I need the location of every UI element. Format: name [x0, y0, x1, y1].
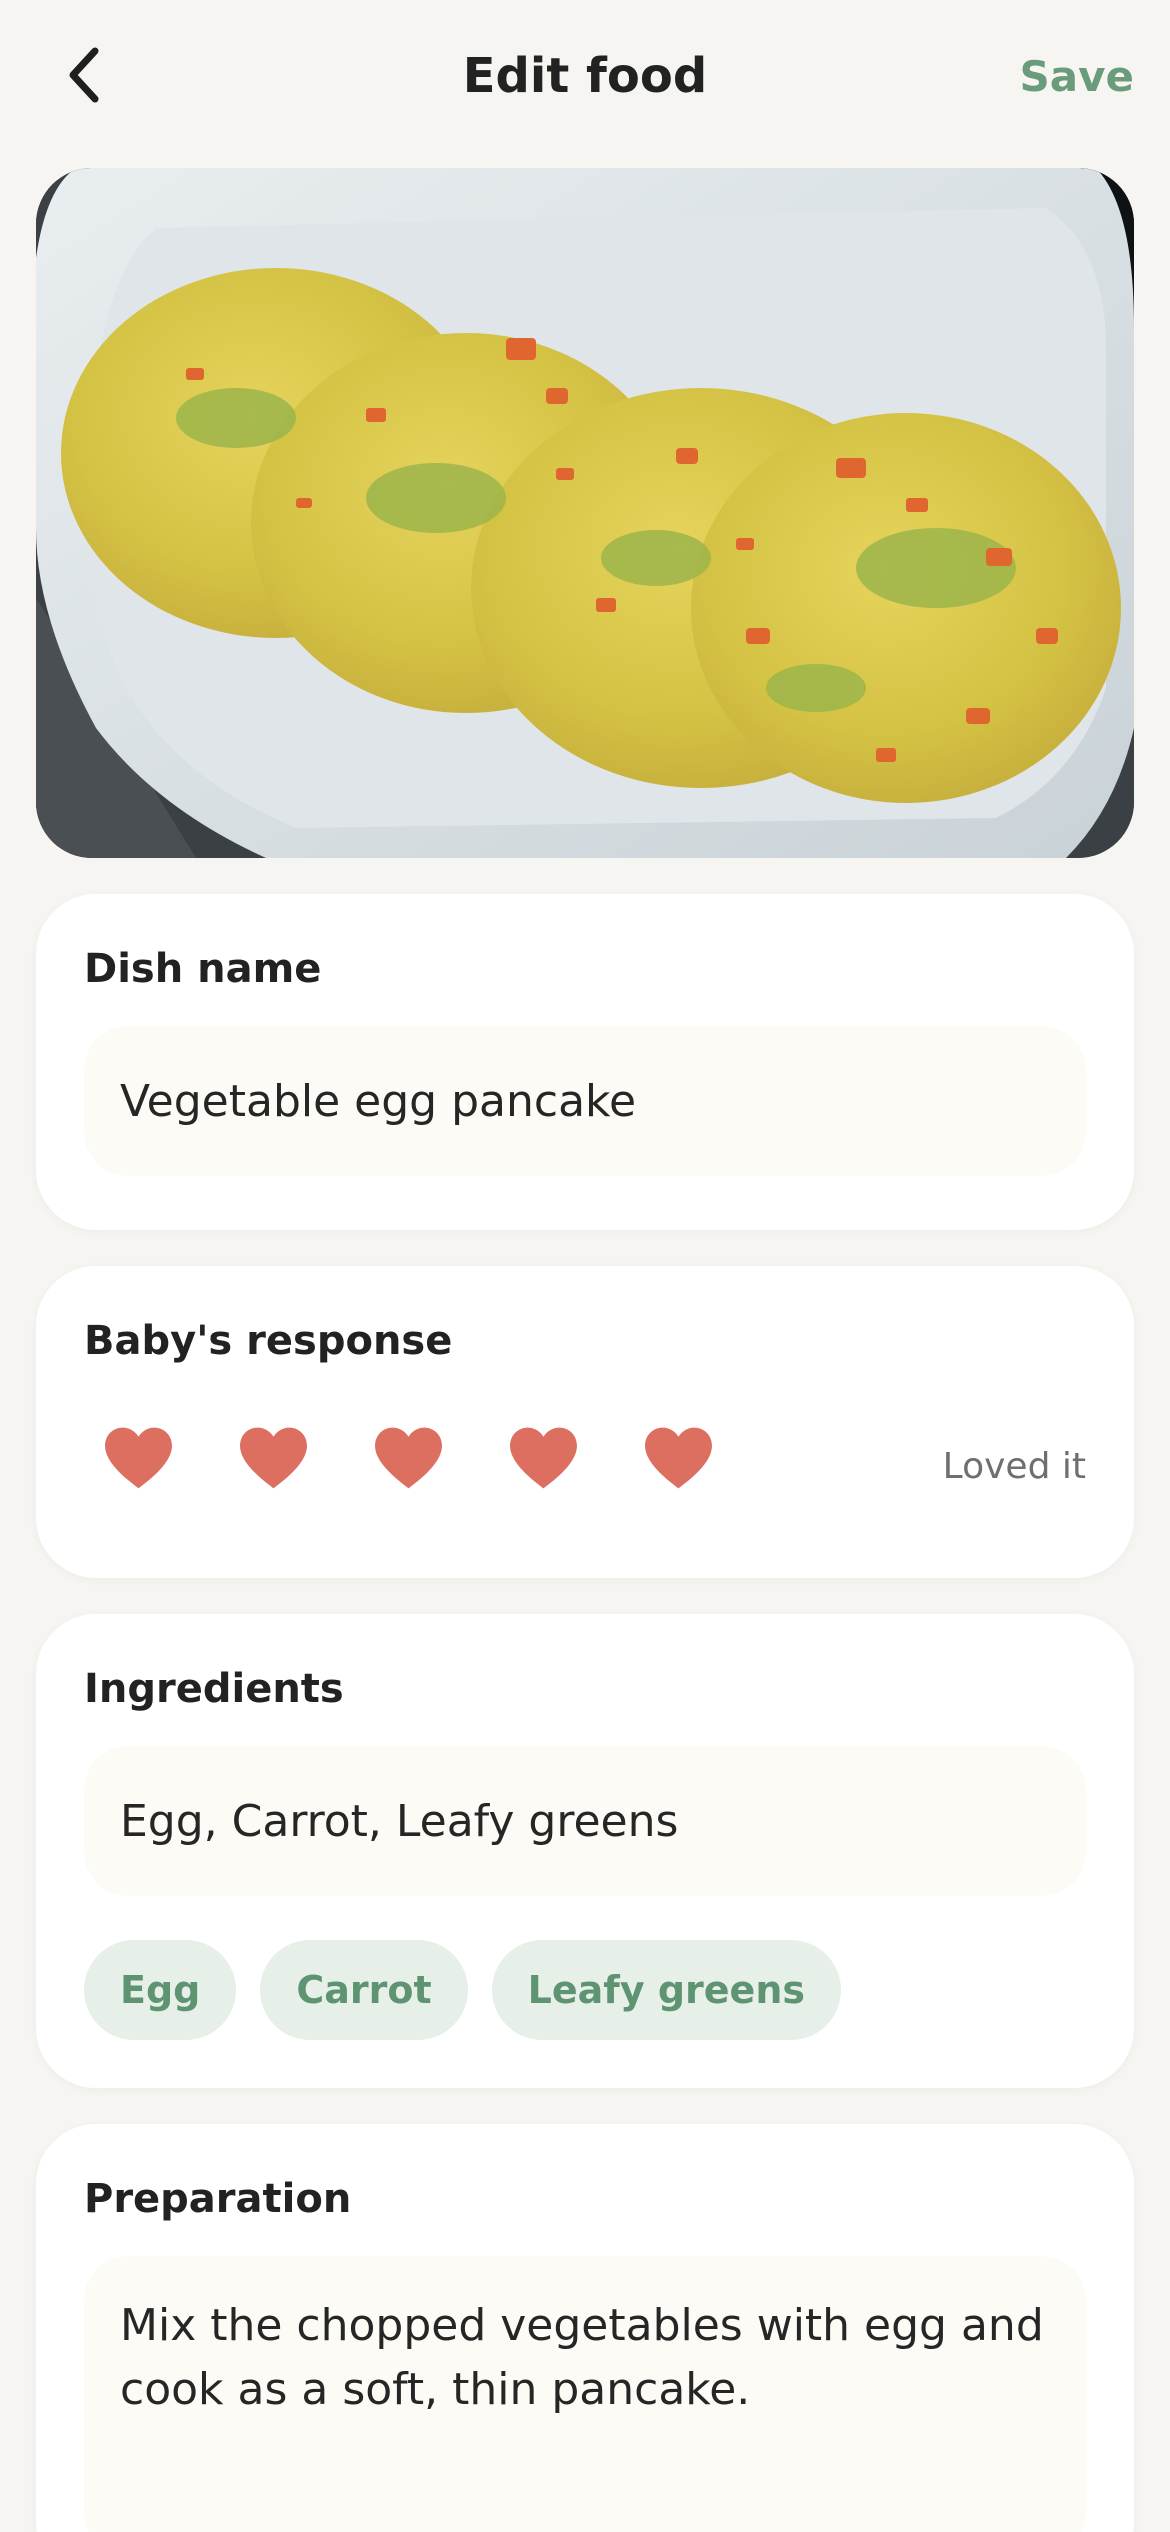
ingredient-chip[interactable]: Leafy greens	[491, 1940, 841, 2040]
dish-name-input[interactable]: Vegetable egg pancake	[84, 1026, 1086, 1176]
heart-icon[interactable]	[372, 1424, 445, 1492]
dish-name-card: Dish name Vegetable egg pancake	[36, 894, 1134, 1230]
baby-response-card: Baby's response Loved it	[36, 1266, 1134, 1578]
ingredient-chips: Egg Carrot Leafy greens	[84, 1940, 841, 2040]
ingredients-label: Ingredients	[84, 1666, 344, 1712]
edit-food-screen: Edit food Save Dish name Vegetable egg p…	[0, 0, 1170, 2532]
ingredient-chip[interactable]: Carrot	[260, 1940, 468, 2040]
heart-icon[interactable]	[102, 1424, 175, 1492]
preparation-label: Preparation	[84, 2176, 352, 2222]
ingredients-input[interactable]: Egg, Carrot, Leafy greens	[84, 1746, 1086, 1896]
food-photo[interactable]	[36, 168, 1134, 858]
heart-icon[interactable]	[237, 1424, 310, 1492]
preparation-textarea[interactable]: Mix the chopped vegetables with egg and …	[84, 2256, 1086, 2532]
save-button[interactable]: Save	[1020, 52, 1134, 101]
top-bar: Edit food Save	[0, 0, 1170, 160]
preparation-card: Preparation Mix the chopped vegetables w…	[36, 2124, 1134, 2532]
page-title: Edit food	[462, 48, 708, 104]
heart-icon[interactable]	[507, 1424, 580, 1492]
ingredient-chip[interactable]: Egg	[84, 1940, 237, 2040]
heart-icon[interactable]	[642, 1424, 715, 1492]
heart-rating	[102, 1424, 715, 1492]
dish-name-label: Dish name	[84, 946, 322, 992]
ingredients-card: Ingredients Egg, Carrot, Leafy greens Eg…	[36, 1614, 1134, 2088]
rating-text: Loved it	[942, 1446, 1086, 1487]
food-photo-illustration	[36, 168, 1134, 858]
baby-response-label: Baby's response	[84, 1318, 453, 1364]
